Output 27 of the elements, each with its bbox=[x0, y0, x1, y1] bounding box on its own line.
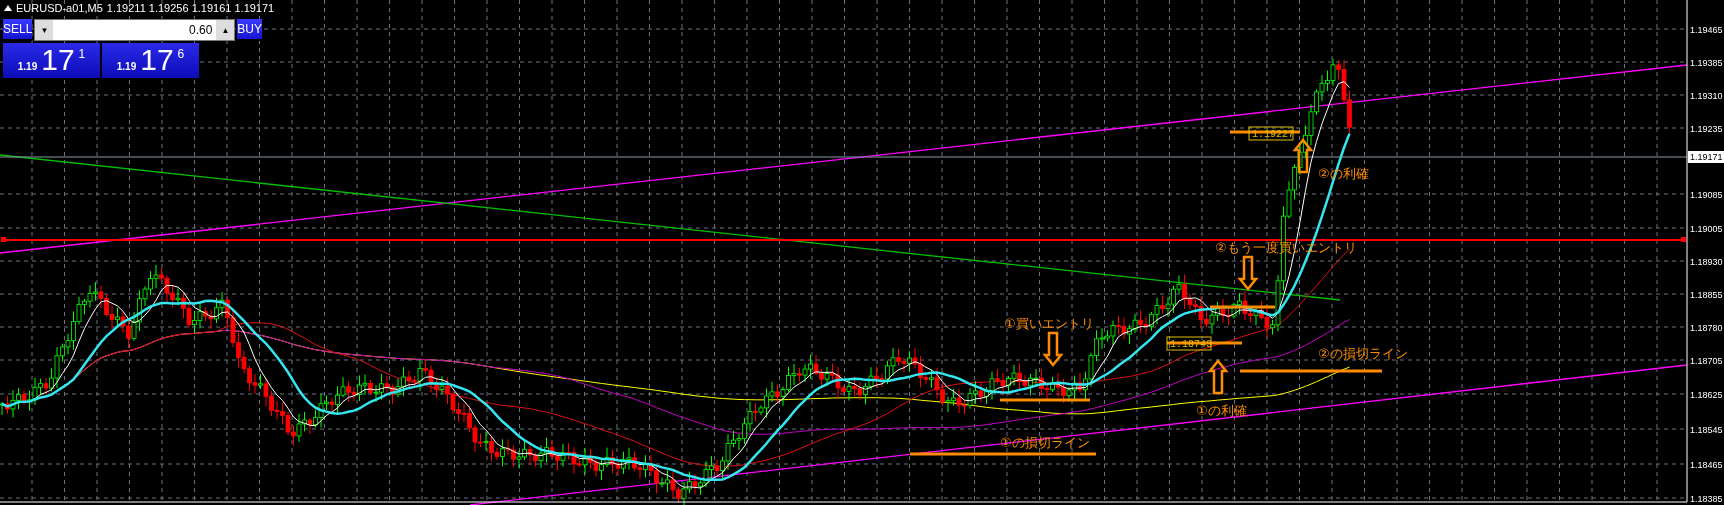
decrease-button[interactable]: ▼ bbox=[35, 20, 54, 40]
price-label: 1.19005 bbox=[1690, 224, 1723, 234]
price-label: 1.19465 bbox=[1690, 25, 1723, 35]
price-label: 1.18930 bbox=[1690, 257, 1723, 267]
price-label: 1.18705 bbox=[1690, 356, 1723, 366]
price-label: 1.19310 bbox=[1690, 91, 1723, 101]
symbol-title: EURUSD-a01,M5 bbox=[16, 2, 103, 14]
lot-size-field[interactable]: 0.60 bbox=[53, 20, 217, 40]
increase-button[interactable]: ▲ bbox=[216, 20, 235, 40]
price-label: 1.18780 bbox=[1690, 323, 1723, 333]
price-label: 1.18855 bbox=[1690, 290, 1723, 300]
price-tag: 1.18743 bbox=[1166, 336, 1212, 351]
buy-button[interactable]: BUY bbox=[237, 19, 263, 41]
price-label: 1.18545 bbox=[1690, 425, 1723, 435]
price-label: 1.19385 bbox=[1690, 58, 1723, 68]
ohlc-values: 1.19211 1.19256 1.19161 1.19171 bbox=[106, 2, 275, 14]
price-label: 1.19085 bbox=[1690, 190, 1723, 200]
price-label: 1.18385 bbox=[1690, 494, 1723, 504]
price-label: 1.18625 bbox=[1690, 390, 1723, 400]
sell-button[interactable]: SELL bbox=[3, 19, 33, 41]
current-price-label: 1.19171 bbox=[1688, 151, 1724, 163]
price-label: 1.19235 bbox=[1690, 124, 1723, 134]
price-label: 1.18465 bbox=[1690, 460, 1723, 470]
annotation-text: ②の損切ライン bbox=[1318, 346, 1408, 361]
lot-size-spinner[interactable]: ▼ 0.60 ▲ bbox=[34, 19, 236, 41]
annotation-text: ①の利確 bbox=[1196, 403, 1247, 418]
annotation-text: ①買いエントリ bbox=[1004, 316, 1094, 331]
